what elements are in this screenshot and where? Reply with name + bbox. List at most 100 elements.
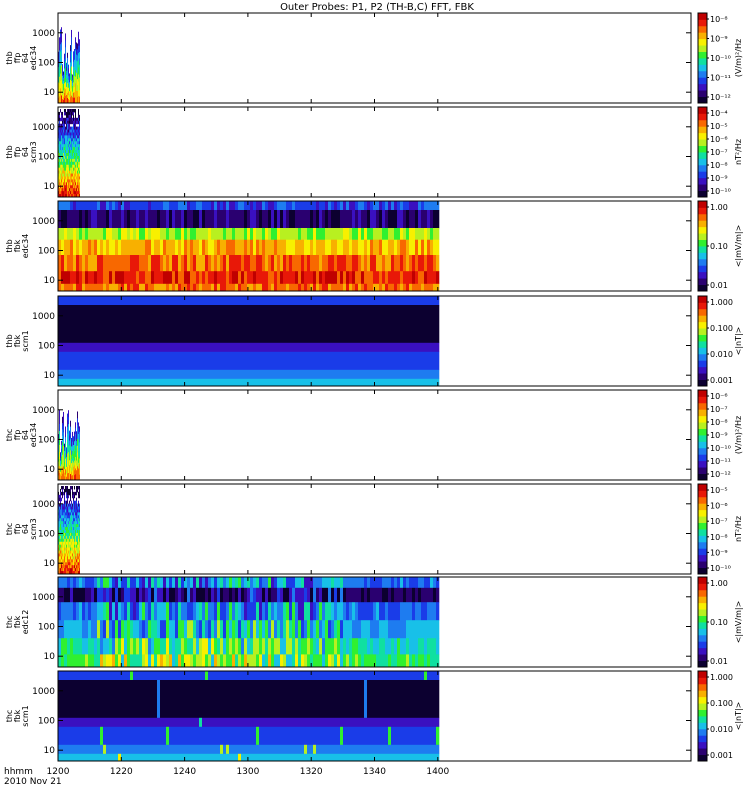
spectrum-bin: [157, 717, 161, 728]
spectrum-bin: [409, 210, 413, 229]
spectrum-bin: [397, 201, 401, 211]
spectrum-bin: [69, 82, 70, 86]
spectrum-bin: [175, 717, 179, 728]
spectrum-bin: [91, 201, 95, 211]
spectrum-bin: [100, 620, 104, 639]
panel-thc_fbk_e12: 100010010thcfbkedc121.000.100.01<|mV/m|>: [5, 576, 743, 668]
spectrum-bin: [394, 654, 398, 667]
spectrum-bin: [77, 49, 78, 56]
spectrum-bin: [133, 671, 137, 681]
spectrum-bin: [74, 109, 75, 113]
spectrum-bin: [79, 188, 80, 192]
spectrum-bin: [79, 491, 80, 496]
spectrum-bin: [139, 587, 143, 603]
colorbar-tick-label: 10⁻⁹: [710, 431, 728, 440]
spectrum-bin: [184, 228, 188, 240]
spectrum-bin: [172, 620, 176, 639]
spectrum-bin: [223, 680, 227, 719]
spectrum-bin: [65, 179, 66, 183]
panel-frame: [57, 389, 692, 481]
spectrum-bin: [74, 518, 75, 522]
spectrum-bin: [127, 239, 131, 256]
spectrum-bin: [151, 654, 155, 667]
spectrum-bin: [202, 726, 206, 746]
spectrum-bin: [367, 255, 371, 272]
spectrum-bin: [72, 161, 73, 166]
spectrum-bin: [421, 351, 425, 371]
spectrum-bin: [367, 305, 371, 344]
spectrum-bin: [77, 521, 78, 525]
spectrum-bin: [148, 726, 152, 746]
spectrum-bin: [109, 210, 113, 229]
colorbar-segment: [698, 529, 707, 536]
spectrum-bin: [103, 255, 107, 272]
spectrum-bin: [67, 82, 68, 89]
spectrum-bin: [259, 602, 263, 621]
colorbar-segment: [698, 654, 707, 661]
spectrum-bin: [73, 440, 74, 446]
spectrum-bin: [304, 369, 308, 380]
y-tick-label: 100: [38, 623, 55, 633]
spectrum-bin: [247, 305, 251, 344]
spectrum-bin: [211, 577, 215, 589]
spectrum-bin: [280, 671, 284, 681]
spectrum-bin: [148, 201, 152, 211]
spectrum-bin: [61, 559, 62, 563]
spectrum-bin: [78, 144, 79, 148]
spectrum-bin: [67, 179, 68, 183]
spectrum-bin: [253, 296, 257, 306]
spectrum-bin: [427, 602, 431, 621]
spectrum-bin: [72, 515, 73, 519]
spectrum-bin: [109, 638, 113, 655]
spectrum-bin: [67, 544, 68, 549]
colorbar-segment: [698, 132, 707, 140]
y-tick-label: 100: [38, 59, 55, 69]
spectrum-bin: [253, 228, 257, 240]
spectrum-bin: [74, 441, 75, 447]
spectrum-bin: [64, 239, 68, 256]
spectrum-bin: [72, 530, 73, 534]
spectrum-bin: [60, 73, 61, 82]
spectrum-bin: [139, 378, 143, 386]
spectrum-bin: [65, 541, 66, 546]
spectrum-bin: [364, 296, 368, 306]
spectrum-bin: [400, 351, 404, 371]
spectrum-bin: [409, 201, 413, 211]
spectrum-bin: [187, 587, 191, 603]
spectrum-bin: [62, 132, 63, 136]
spectrum-bin: [61, 486, 62, 490]
spectrum-bin: [154, 351, 158, 371]
spectrum-bin: [343, 228, 347, 240]
spectrum-bin: [205, 305, 209, 344]
spectrum-bin: [72, 74, 73, 78]
spectrum-bin: [364, 378, 368, 386]
spectrum-bin: [148, 620, 152, 639]
spectrum-bin: [76, 144, 77, 148]
spectrum-bin: [76, 486, 77, 490]
spectrum-bin: [65, 486, 66, 490]
spectrum-bin: [388, 283, 392, 291]
spectrum-bin: [61, 129, 62, 133]
spectrum-bin: [75, 37, 76, 45]
spectrum-bin: [316, 577, 320, 589]
spectrum-bin: [286, 201, 290, 211]
spectrum-bin: [175, 744, 179, 755]
spectrum-bin: [59, 129, 60, 133]
spectrum-bin: [79, 228, 83, 240]
spectrum-bin: [71, 446, 72, 452]
spectrum-bin: [82, 577, 86, 589]
spectrum-bin: [172, 587, 176, 603]
spectrum-bin: [75, 76, 76, 84]
spectrum-bin: [79, 161, 80, 166]
spectrum-bin: [69, 114, 70, 119]
spectrum-bin: [196, 680, 200, 719]
spectrum-bin: [76, 512, 77, 516]
spectrum-bin: [154, 680, 158, 719]
spectrum-bin: [66, 141, 67, 145]
spectrum-bin: [256, 239, 260, 256]
spectrum-bin: [75, 141, 76, 145]
colorbar-label: nT²/Hz: [734, 139, 743, 165]
spectrum-bin: [220, 726, 224, 746]
spectrum-bin: [163, 305, 167, 344]
spectrum-bin: [229, 342, 233, 353]
